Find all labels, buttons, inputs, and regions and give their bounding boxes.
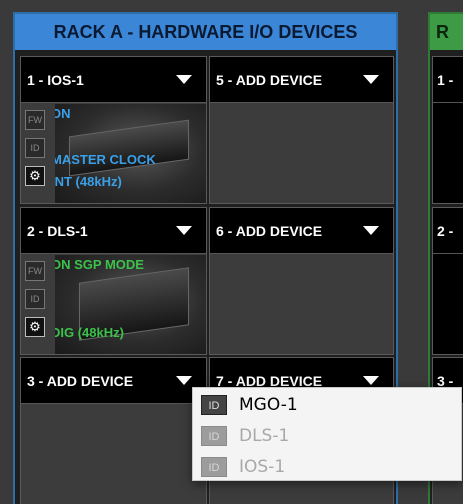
slot-6: 6 - ADD DEVICE bbox=[209, 207, 394, 355]
status-clock-rate: INT (48kHz) bbox=[55, 174, 122, 189]
rack-b-slot-1: 1 - bbox=[432, 56, 463, 204]
rack-b-slot-2: 2 - bbox=[432, 207, 463, 355]
slot-3-label: 3 - ADD DEVICE bbox=[27, 372, 134, 389]
caret-down-icon[interactable] bbox=[176, 226, 192, 235]
id-badge: ID bbox=[201, 395, 227, 415]
caret-down-icon[interactable] bbox=[363, 75, 379, 84]
rack-b-slot-2-label: 2 - bbox=[437, 222, 454, 239]
rack-b-slot-2-header[interactable]: 2 - bbox=[433, 208, 463, 254]
slot-1-header[interactable]: 1 - IOS-1 bbox=[21, 57, 206, 103]
slot-2-label: 2 - DLS-1 bbox=[27, 222, 88, 239]
gear-icon[interactable]: ⚙ bbox=[25, 166, 45, 186]
menu-item-label: IOS-1 bbox=[239, 457, 286, 477]
rack-a-title: RACK A - HARDWARE I/O DEVICES bbox=[15, 14, 396, 50]
caret-down-icon[interactable] bbox=[363, 376, 379, 385]
slot-1-body: FW ID ⚙ ON MASTER CLOCK INT (48kHz) bbox=[21, 104, 206, 203]
slot-5: 5 - ADD DEVICE bbox=[209, 56, 394, 204]
rack-b-slot-1-label: 1 - bbox=[437, 71, 454, 88]
device-popup-menu: ID MGO-1 ID DLS-1 ID IOS-1 bbox=[192, 387, 462, 481]
status-master-clock: MASTER CLOCK bbox=[55, 152, 156, 167]
status-clock-rate: DIG (48kHz) bbox=[55, 325, 124, 340]
slot-2-body: FW ID ⚙ ON SGP MODE DIG (48kHz) bbox=[21, 255, 206, 354]
menu-item-label: DLS-1 bbox=[239, 426, 290, 446]
slot-1-label: 1 - IOS-1 bbox=[27, 71, 84, 88]
status-sgp-mode: ON SGP MODE bbox=[55, 257, 144, 272]
slot-3: 3 - ADD DEVICE bbox=[20, 357, 207, 504]
fw-button[interactable]: FW bbox=[25, 261, 45, 281]
slot-2: 2 - DLS-1 FW ID ⚙ ON SGP MODE DIG (48kHz… bbox=[20, 207, 207, 355]
device-image-ios: ON MASTER CLOCK INT (48kHz) bbox=[55, 104, 206, 203]
caret-down-icon[interactable] bbox=[363, 226, 379, 235]
gear-icon[interactable]: ⚙ bbox=[25, 317, 45, 337]
rack-b-slot-1-header[interactable]: 1 - bbox=[433, 57, 463, 103]
rack-b-title: R bbox=[430, 14, 463, 50]
id-button[interactable]: ID bbox=[25, 289, 45, 309]
caret-down-icon[interactable] bbox=[176, 75, 192, 84]
slot-6-label: 6 - ADD DEVICE bbox=[216, 222, 323, 239]
fw-button[interactable]: FW bbox=[25, 110, 45, 130]
status-on: ON bbox=[55, 106, 71, 121]
caret-down-icon[interactable] bbox=[176, 376, 192, 385]
slot-6-header[interactable]: 6 - ADD DEVICE bbox=[210, 208, 393, 254]
slot-1: 1 - IOS-1 FW ID ⚙ ON MASTER CLOCK INT (4… bbox=[20, 56, 207, 204]
slot-3-header[interactable]: 3 - ADD DEVICE bbox=[21, 358, 206, 404]
menu-item-dls-1: ID DLS-1 bbox=[193, 422, 461, 450]
menu-item-mgo-1[interactable]: ID MGO-1 bbox=[193, 391, 461, 419]
slot-5-label: 5 - ADD DEVICE bbox=[216, 71, 323, 88]
id-badge: ID bbox=[201, 457, 227, 477]
menu-item-ios-1: ID IOS-1 bbox=[193, 453, 461, 481]
id-button[interactable]: ID bbox=[25, 138, 45, 158]
id-badge: ID bbox=[201, 426, 227, 446]
device-image-dls: ON SGP MODE DIG (48kHz) bbox=[55, 255, 206, 354]
slot-2-header[interactable]: 2 - DLS-1 bbox=[21, 208, 206, 254]
slot-5-header[interactable]: 5 - ADD DEVICE bbox=[210, 57, 393, 103]
menu-item-label: MGO-1 bbox=[239, 395, 298, 415]
